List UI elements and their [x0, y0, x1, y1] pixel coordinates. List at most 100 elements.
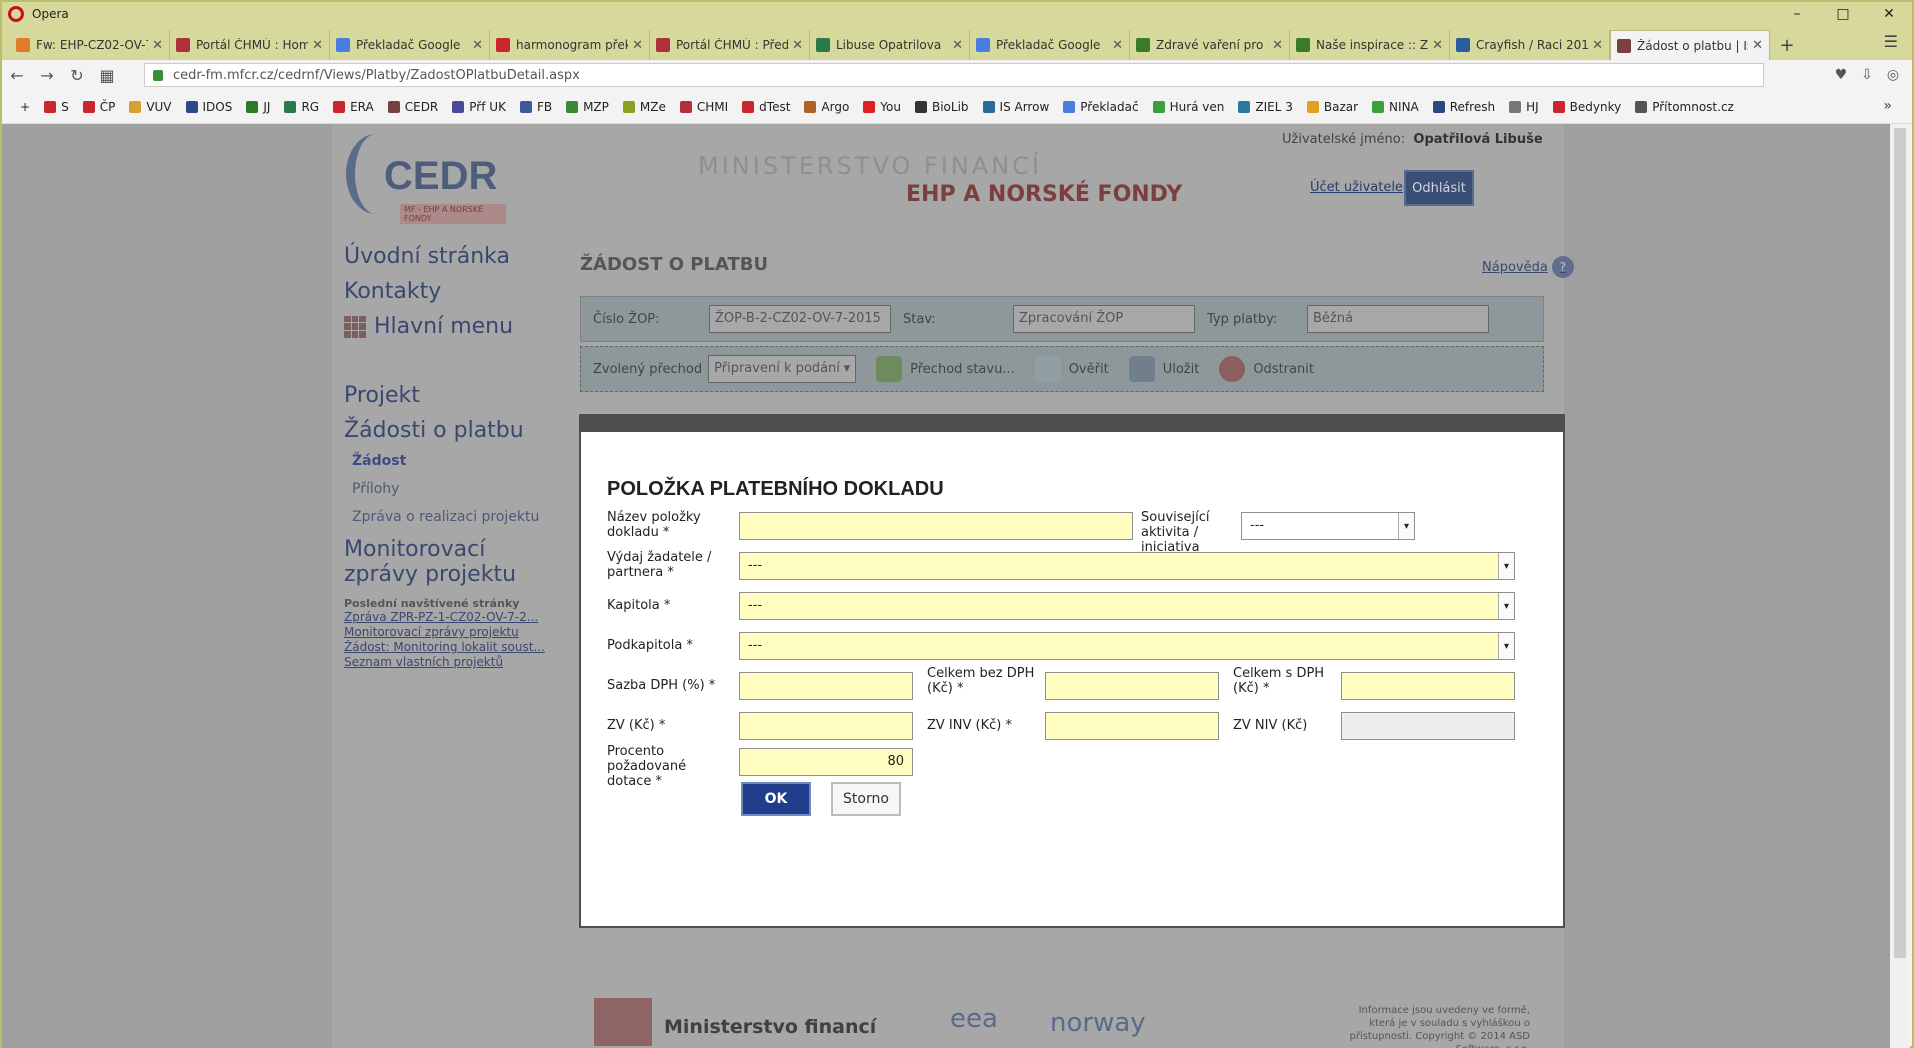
bookmark-item[interactable]: JJ	[246, 100, 270, 114]
total-without-vat-input[interactable]	[1045, 672, 1219, 700]
bookmark-item[interactable]: Argo	[804, 100, 849, 114]
verify-button[interactable]: Ověřit	[1034, 356, 1109, 382]
bookmark-item[interactable]: Bazar	[1306, 100, 1358, 114]
bookmark-item[interactable]: Bedynky	[1552, 100, 1621, 114]
tab-1[interactable]: Portál ČHMÚ : Hom ✕	[170, 30, 330, 60]
bookmark-item[interactable]: Přítomnost.cz	[1635, 100, 1734, 114]
close-tab-icon[interactable]: ✕	[1432, 38, 1443, 53]
sidebar-item-contacts[interactable]: Kontakty	[344, 279, 554, 304]
sidebar-item-monitoring[interactable]: Monitorovací zprávy projektu	[344, 537, 554, 587]
account-link[interactable]: Účet uživatele	[1310, 180, 1403, 195]
new-tab-button[interactable]: +	[1770, 30, 1804, 60]
download-icon[interactable]: ⇩	[1854, 63, 1880, 87]
close-tab-icon[interactable]: ✕	[312, 38, 323, 53]
subchapter-select[interactable]: --- ▾	[739, 632, 1515, 660]
bookmark-item[interactable]: S	[44, 100, 69, 114]
cedr-logo[interactable]: CEDR MF - EHP A NORSKÉ FONDY	[346, 134, 506, 224]
minimize-icon[interactable]: –	[1774, 2, 1820, 26]
recent-link[interactable]: Žádost: Monitoring lokalit soust...	[344, 640, 554, 655]
recent-link[interactable]: Monitorovací zprávy projektu	[344, 625, 554, 640]
sidebar-subitem-report[interactable]: Zpráva o realizaci projektu	[352, 509, 554, 525]
recent-link[interactable]: Zpráva ZPR-PZ-1-CZ02-OV-7-2...	[344, 610, 554, 625]
sidebar-item-main-menu[interactable]: Hlavní menu	[344, 314, 554, 339]
item-name-input[interactable]	[739, 512, 1133, 540]
help-link[interactable]: Nápověda?	[1482, 256, 1574, 278]
tab-9[interactable]: Crayfish / Raci 2015 ✕	[1450, 30, 1610, 60]
add-bookmark-icon[interactable]: +	[20, 100, 30, 114]
bookmark-item[interactable]: Hurá ven	[1152, 100, 1224, 114]
reload-icon[interactable]: ↻	[62, 66, 92, 85]
bookmark-item[interactable]: RG	[284, 100, 319, 114]
tab-5[interactable]: Libuse Opatrilova ✕	[810, 30, 970, 60]
tab-3[interactable]: harmonogram překl ✕	[490, 30, 650, 60]
transition-select[interactable]: Připravení k podání ▾	[708, 355, 857, 383]
bookmark-item[interactable]: Přf UK	[452, 100, 506, 114]
close-tab-icon[interactable]: ✕	[952, 38, 963, 53]
expense-select[interactable]: --- ▾	[739, 552, 1515, 580]
close-tab-icon[interactable]: ✕	[632, 38, 643, 53]
remove-button[interactable]: Odstranit	[1219, 356, 1314, 382]
sidebar-item-project[interactable]: Projekt	[344, 383, 554, 408]
close-tab-icon[interactable]: ✕	[1592, 38, 1603, 53]
tab-10[interactable]: Žádost o platbu | IS ✕	[1610, 30, 1770, 60]
bookmark-item[interactable]: MZe	[622, 100, 666, 114]
bookmark-item[interactable]: ZIEL 3	[1238, 100, 1293, 114]
vat-rate-input[interactable]	[739, 672, 913, 700]
bookmark-item[interactable]: Refresh	[1432, 100, 1495, 114]
speed-dial-icon[interactable]: ▦	[92, 66, 122, 85]
bookmark-item[interactable]: BioLib	[914, 100, 969, 114]
total-with-vat-input[interactable]	[1341, 672, 1515, 700]
tab-8[interactable]: Naše inspirace :: Zál ✕	[1290, 30, 1450, 60]
close-tab-icon[interactable]: ✕	[1272, 38, 1283, 53]
bookmark-item[interactable]: ERA	[333, 100, 374, 114]
close-tab-icon[interactable]: ✕	[472, 38, 483, 53]
heart-icon[interactable]: ♥	[1828, 63, 1854, 87]
bookmark-item[interactable]: dTest	[742, 100, 790, 114]
tab-6[interactable]: Překladač Google ✕	[970, 30, 1130, 60]
bookmark-item[interactable]: IS Arrow	[982, 100, 1049, 114]
change-state-button[interactable]: Přechod stavu...	[876, 356, 1015, 382]
forward-icon[interactable]: →	[32, 66, 62, 85]
tab-7[interactable]: Zdravé vaření pro d ✕	[1130, 30, 1290, 60]
back-icon[interactable]: ←	[2, 66, 32, 85]
address-field[interactable]: cedr-fm.mfcr.cz/cedrnf/Views/Platby/Zado…	[144, 63, 1764, 87]
cancel-button[interactable]: Storno	[831, 782, 901, 816]
bookmark-item[interactable]: ČP	[82, 100, 115, 114]
tab-0[interactable]: Fw: EHP-CZ02-OV-7 ✕	[10, 30, 170, 60]
bookmark-item[interactable]: CHMI	[679, 100, 728, 114]
close-tab-icon[interactable]: ✕	[1752, 38, 1763, 53]
bookmarks-more-icon[interactable]: »	[1883, 98, 1892, 114]
close-tab-icon[interactable]: ✕	[792, 38, 803, 53]
bookmark-item[interactable]: NINA	[1372, 100, 1419, 114]
save-button[interactable]: Uložit	[1128, 356, 1199, 382]
close-window-icon[interactable]: ✕	[1866, 2, 1912, 26]
bookmark-item[interactable]: IDOS	[185, 100, 232, 114]
bookmark-item[interactable]: HJ	[1509, 100, 1539, 114]
sidebar-item-payments[interactable]: Žádosti o platbu	[344, 418, 554, 443]
maximize-icon[interactable]: □	[1820, 2, 1866, 26]
sidebar-item-home[interactable]: Úvodní stránka	[344, 244, 554, 269]
bookmark-item[interactable]: VUV	[129, 100, 172, 114]
bookmark-item[interactable]: FB	[519, 100, 552, 114]
tab-2[interactable]: Překladač Google ✕	[330, 30, 490, 60]
zv-input[interactable]	[739, 712, 913, 740]
bookmark-item[interactable]: You	[863, 100, 901, 114]
chapter-select[interactable]: --- ▾	[739, 592, 1515, 620]
close-tab-icon[interactable]: ✕	[152, 38, 163, 53]
bookmark-item[interactable]: Překladač	[1063, 100, 1139, 114]
zv-inv-input[interactable]	[1045, 712, 1219, 740]
tab-menu-icon[interactable]: ☰	[1884, 32, 1898, 51]
bookmark-item[interactable]: MZP	[566, 100, 609, 114]
logout-button[interactable]: Odhlásit	[1404, 170, 1474, 206]
page-scrollbar[interactable]	[1890, 124, 1910, 1048]
bookmark-item[interactable]: CEDR	[387, 100, 438, 114]
sidebar-subitem-attachments[interactable]: Přílohy	[352, 481, 554, 497]
subsidy-percent-input[interactable]: 80	[739, 748, 913, 776]
recent-link[interactable]: Seznam vlastních projektů	[344, 655, 554, 670]
close-tab-icon[interactable]: ✕	[1112, 38, 1123, 53]
tab-4[interactable]: Portál ČHMÚ : Před ✕	[650, 30, 810, 60]
ok-button[interactable]: OK	[741, 782, 811, 816]
activity-select[interactable]: --- ▾	[1241, 512, 1415, 540]
sidebar-subitem-request[interactable]: Žádost	[352, 453, 554, 469]
personal-news-icon[interactable]: ◎	[1880, 63, 1906, 87]
